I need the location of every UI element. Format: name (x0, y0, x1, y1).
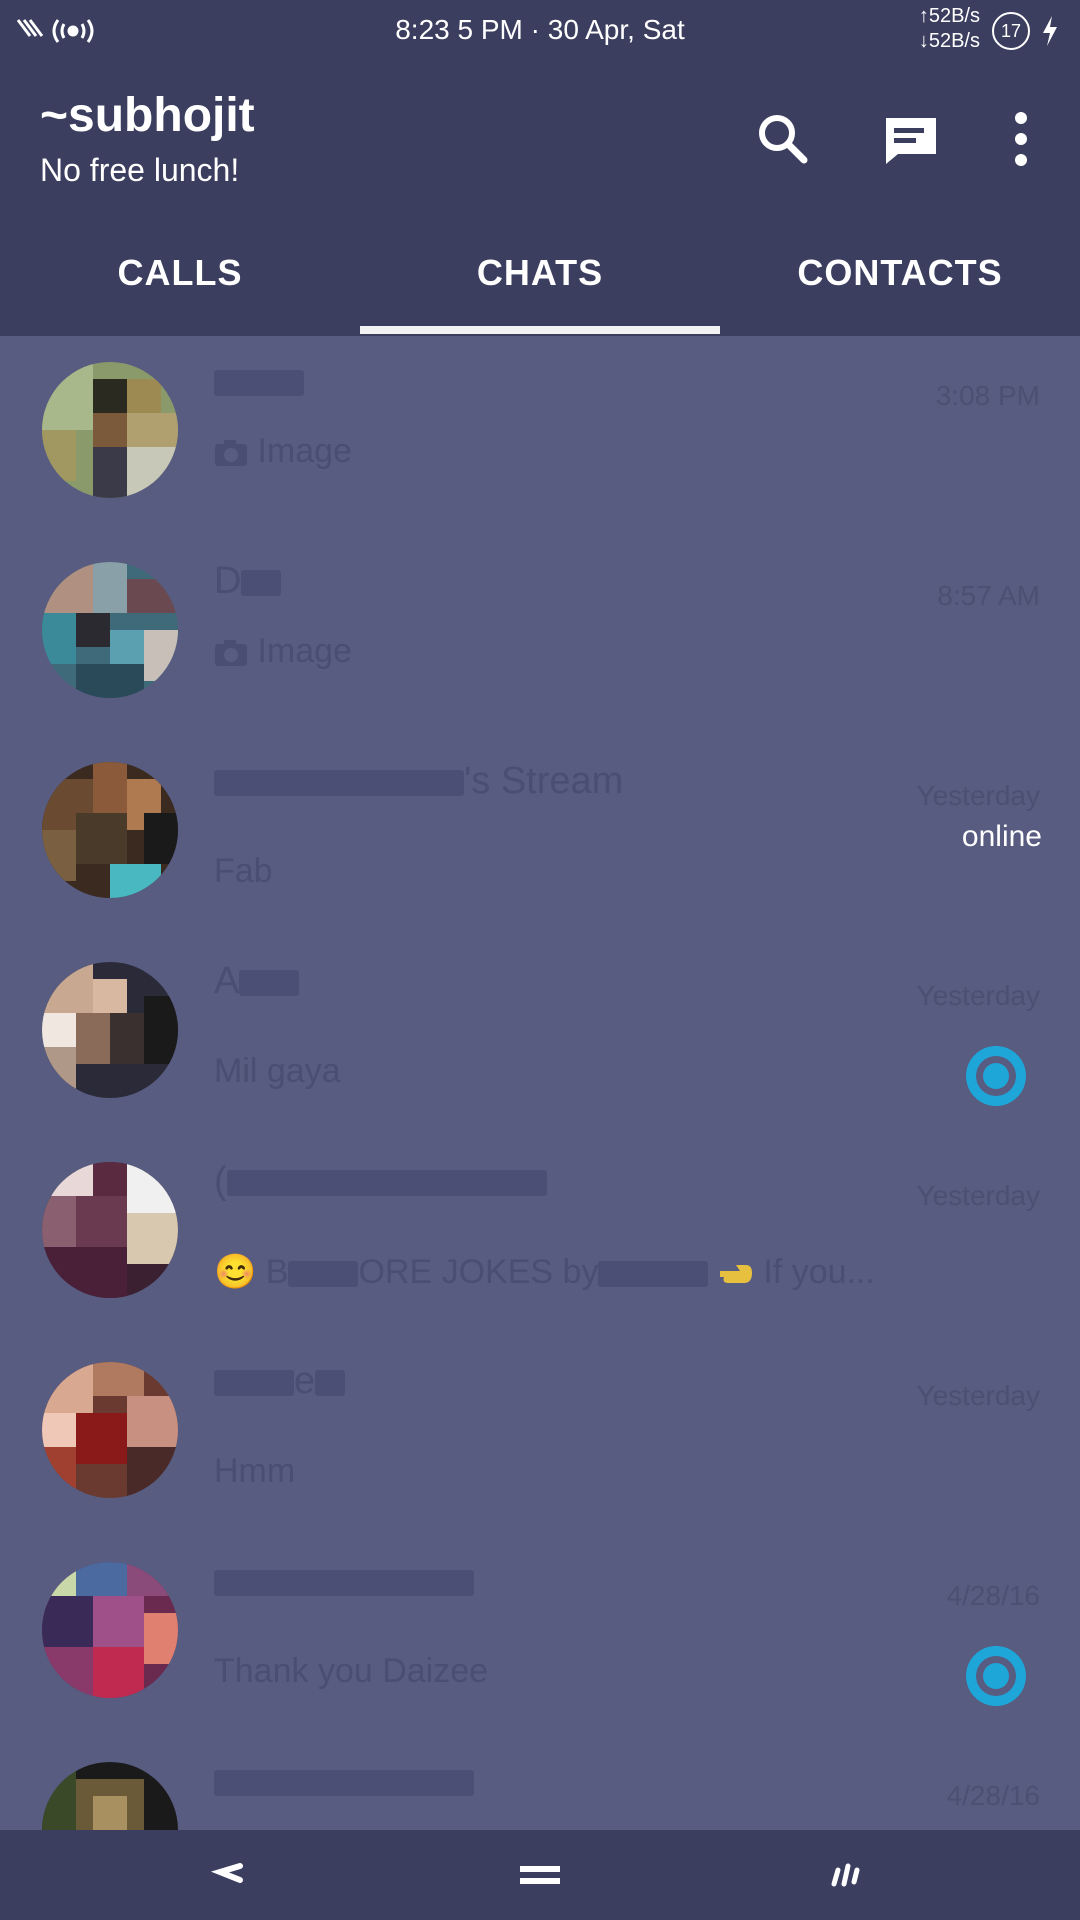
contact-name: A (214, 960, 300, 1003)
chat-row[interactable]: D 8:57 AM Image (0, 536, 1080, 736)
recents-button[interactable] (814, 1850, 874, 1900)
message-preview: 😊 B ORE JOKES by If you... (214, 1253, 875, 1291)
avatar[interactable] (42, 1762, 178, 1830)
online-status: online (961, 820, 1042, 853)
unread-indicator-icon (966, 1646, 1026, 1706)
chat-row[interactable]: 4/28/16 (0, 1736, 1080, 1830)
chat-time: Yesterday (916, 1380, 1041, 1411)
more-vert-icon (1015, 112, 1027, 166)
more-options-button[interactable] (986, 104, 1056, 174)
contact-name (214, 1760, 474, 1803)
camera-icon (215, 640, 247, 667)
back-icon (210, 1863, 243, 1883)
smile-emoji-icon: 😊 (214, 1253, 257, 1291)
search-button[interactable] (748, 104, 818, 174)
status-bar: 8:23 5 PM · 30 Apr, Sat ↑52B/s ↓52B/s 17 (0, 0, 1080, 64)
chat-time: 4/28/16 (946, 1780, 1040, 1811)
message-preview: Hmm (214, 1452, 296, 1490)
chat-time: 8:57 AM (937, 580, 1040, 611)
unread-indicator-icon (966, 1046, 1026, 1106)
network-speed: ↑52B/s ↓52B/s (919, 4, 980, 54)
chat-time: Yesterday (916, 980, 1041, 1011)
chat-row[interactable]: 3:08 PM Image (0, 336, 1080, 536)
tab-contacts[interactable]: CONTACTS (720, 244, 1080, 336)
chat-time: 3:08 PM (935, 380, 1040, 411)
tab-indicator (360, 326, 720, 334)
avatar[interactable] (42, 562, 178, 698)
contact-name (214, 360, 304, 403)
chat-row[interactable]: 4/28/16 Thank you Daizee (0, 1536, 1080, 1736)
tab-bar: CALLS CHATS CONTACTS (0, 244, 1080, 336)
profile-name[interactable]: ~subhojit (40, 88, 255, 143)
upload-speed: ↑52B/s (918, 5, 980, 27)
avatar[interactable] (42, 962, 178, 1098)
new-chat-button[interactable] (876, 104, 946, 174)
message-preview: Image (214, 632, 352, 671)
message-preview: Fab (214, 852, 273, 890)
chat-row[interactable]: e Yesterday Hmm (0, 1336, 1080, 1536)
battery-level: 17 (992, 12, 1030, 50)
chat-row[interactable]: ( Yesterday 😊 B ORE JOKES by If you... (0, 1136, 1080, 1336)
recents-icon (831, 1863, 860, 1887)
charging-icon (1040, 14, 1060, 48)
camera-icon (215, 440, 247, 467)
contact-name: D (214, 560, 282, 603)
home-button[interactable] (510, 1850, 570, 1900)
chat-time: Yesterday (916, 1180, 1041, 1211)
home-icon (520, 1866, 560, 1884)
message-preview: Thank you Daizee (214, 1652, 489, 1690)
back-button[interactable] (200, 1850, 260, 1900)
navigation-bar (0, 1830, 1080, 1920)
avatar[interactable] (42, 1362, 178, 1498)
pointing-hand-icon (719, 1265, 752, 1284)
chat-row[interactable]: 's Stream Yesterday online Fab (0, 736, 1080, 936)
contact-name: e (214, 1360, 346, 1403)
chat-row[interactable]: A Yesterday Mil gaya (0, 936, 1080, 1136)
tab-chats[interactable]: CHATS (360, 244, 720, 336)
chat-list[interactable]: 3:08 PM Image D 8:57 AM Image 's Stream … (0, 336, 1080, 1830)
search-icon (759, 115, 808, 164)
chat-time: 4/28/16 (946, 1580, 1040, 1611)
profile-status: No free lunch! (40, 152, 240, 188)
contact-name: ( (214, 1160, 547, 1203)
avatar[interactable] (42, 362, 178, 498)
download-speed: ↓52B/s (918, 30, 980, 52)
avatar[interactable] (42, 1562, 178, 1698)
app-bar: ~subhojit No free lunch! (0, 64, 1080, 244)
avatar[interactable] (42, 762, 178, 898)
chat-time: Yesterday (916, 780, 1041, 811)
message-preview: Mil gaya (214, 1052, 341, 1090)
contact-name (214, 1560, 474, 1603)
avatar[interactable] (42, 1162, 178, 1298)
tab-calls[interactable]: CALLS (0, 244, 360, 336)
message-preview: Image (214, 432, 352, 471)
new-message-icon (886, 118, 936, 164)
contact-name: 's Stream (214, 760, 623, 803)
